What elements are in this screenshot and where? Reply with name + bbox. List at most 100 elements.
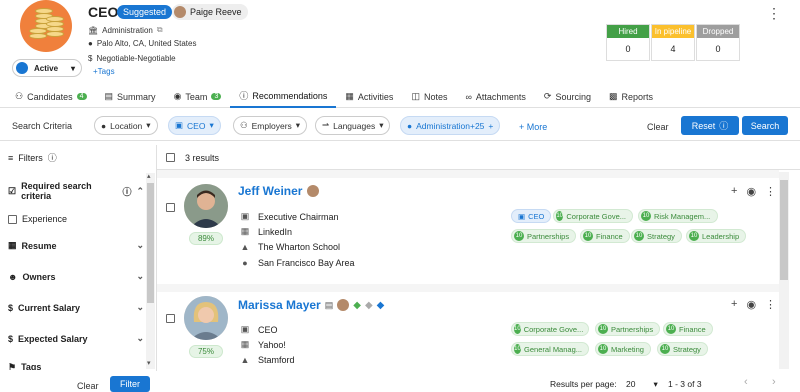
paperclip-icon: ∞ xyxy=(465,91,472,102)
tab-candidates[interactable]: ⚇ Candidates 4 xyxy=(6,86,96,108)
caret-down-icon: ▾ xyxy=(295,120,301,130)
skill-chip[interactable]: 10 General Manag... xyxy=(511,342,589,356)
stat-hired[interactable]: Hired 0 xyxy=(606,24,650,61)
tab-label: Team xyxy=(185,91,208,102)
add-icon[interactable]: + xyxy=(731,298,737,311)
clear-filters-button[interactable]: Clear xyxy=(77,381,99,391)
add-tags-link[interactable]: +Tags xyxy=(93,67,115,76)
clear-criteria-button[interactable]: Clear xyxy=(647,122,669,132)
skill-chip[interactable]: 10 Strategy xyxy=(631,229,682,243)
eye-icon[interactable]: ◉ xyxy=(746,185,756,198)
skill-chip[interactable]: 10 Corporate Gove... xyxy=(553,209,633,223)
tab-recommendations[interactable]: ⓘ Recommendations xyxy=(230,86,337,108)
info-icon: ⓘ xyxy=(47,153,57,163)
more-options-icon[interactable]: ⋮ xyxy=(767,5,781,22)
tab-attachments[interactable]: ∞ Attachments xyxy=(456,86,534,108)
skill-chip[interactable]: 10 Finance xyxy=(663,322,713,336)
caret-down-icon: ▾ xyxy=(209,120,214,130)
section-label: Owners xyxy=(22,271,56,282)
external-link-icon[interactable]: ⧉ xyxy=(157,25,163,35)
eye-icon[interactable]: ◉ xyxy=(746,298,756,311)
results-scroll-thumb[interactable] xyxy=(780,180,788,280)
candidate-checkbox[interactable] xyxy=(166,314,175,323)
caret-down-icon: ▾ xyxy=(379,120,384,130)
rows-per-page-select[interactable]: 20 ▾ xyxy=(626,379,658,390)
candidate-avatar[interactable] xyxy=(184,296,228,340)
briefcase-icon: ▣ xyxy=(240,324,250,334)
status-badge[interactable]: Suggested xyxy=(117,5,173,19)
match-score: 89% xyxy=(189,232,223,245)
experience-checkbox[interactable] xyxy=(8,214,17,224)
search-button[interactable]: Search xyxy=(742,116,788,135)
chevron-right-icon[interactable]: › xyxy=(772,376,776,388)
filters-scroll-thumb[interactable] xyxy=(147,183,154,303)
skill-chip[interactable]: ▣ CEO xyxy=(511,209,552,223)
skill-chip[interactable]: 10 Corporate Gove... xyxy=(511,322,589,336)
filter-section-expected-salary[interactable]: $ Expected Salary ⌄ xyxy=(8,333,144,344)
tab-reports[interactable]: ▩ Reports xyxy=(600,86,662,108)
tab-sourcing[interactable]: ⟳ Sourcing xyxy=(535,86,600,108)
languages-filter[interactable]: ⇀ Languages ▾ xyxy=(315,116,391,135)
skill-badge-icon: ● xyxy=(407,120,413,131)
owner-chip[interactable]: Paige Reeve xyxy=(172,4,248,20)
title-filter[interactable]: ▣ CEO ▾ xyxy=(168,116,221,135)
scroll-down-icon[interactable]: ▾ xyxy=(147,359,151,367)
results-count: 3 results xyxy=(185,153,220,163)
candidate-avatar[interactable] xyxy=(184,184,228,228)
candidate-title-line: ▣ CEO xyxy=(240,324,278,335)
tab-label: Attachments xyxy=(475,91,526,102)
skill-chip[interactable]: 10 Partnerships xyxy=(595,322,661,336)
candidate-title: Executive Chairman xyxy=(258,211,339,222)
tab-label: Candidates xyxy=(27,91,73,102)
select-all-checkbox[interactable] xyxy=(166,153,175,162)
tab-activities[interactable]: ▦ Activities xyxy=(336,86,402,108)
scroll-up-icon[interactable]: ▴ xyxy=(147,172,151,180)
stat-in-pipeline[interactable]: In pipeline 4 xyxy=(651,24,695,61)
chip-label: Corporate Gove... xyxy=(523,324,584,334)
chevron-left-icon[interactable]: ‹ xyxy=(744,376,748,388)
chip-label: Strategy xyxy=(647,231,675,241)
candidate-name[interactable]: Jeff Weiner xyxy=(238,184,302,198)
state-label: Active xyxy=(34,63,59,73)
skill-chip[interactable]: 10 Marketing xyxy=(595,342,651,356)
building-icon: ▦ xyxy=(240,226,250,236)
stat-dropped[interactable]: Dropped 0 xyxy=(696,24,740,61)
skill-chip[interactable]: 10 Partnerships xyxy=(511,229,577,243)
skill-chip[interactable]: 10 Risk Managem... xyxy=(638,209,718,223)
skill-chip[interactable]: 10 Finance xyxy=(580,229,630,243)
state-dropdown[interactable]: Active ▾ xyxy=(12,59,82,77)
add-icon[interactable]: + xyxy=(731,185,737,198)
document-icon: ▤ xyxy=(104,91,114,101)
skill-chip[interactable]: 10 Leadership xyxy=(686,229,747,243)
administration-filter[interactable]: ● Administration+25 + xyxy=(400,116,501,135)
card-separator xyxy=(157,170,779,178)
filter-section-resume[interactable]: ▦ Resume ⌄ xyxy=(8,240,144,251)
tab-summary[interactable]: ▤ Summary xyxy=(96,86,165,108)
candidate-name[interactable]: Marissa Mayer xyxy=(238,298,321,312)
candidate-name-row: Marissa Mayer ▤ ◆ ◆ ◆ xyxy=(238,298,384,312)
required-criteria-section[interactable]: ☑ Required search criteria ⓘ ⌃ xyxy=(8,181,144,201)
chevron-down-icon: ⌄ xyxy=(136,333,144,343)
chip-score: 10 xyxy=(660,344,670,354)
candidate-school-line: ▲ The Wharton School xyxy=(240,242,341,252)
chip-score: 10 xyxy=(634,231,644,241)
more-options-icon[interactable]: ⋮ xyxy=(765,185,776,198)
filter-section-owners[interactable]: ☻ Owners ⌄ xyxy=(8,271,144,282)
skill-chip[interactable]: 10 Strategy xyxy=(657,342,708,356)
chip-score: 10 xyxy=(556,211,564,221)
tab-count: 3 xyxy=(211,93,222,100)
filter-section-tags[interactable]: ⚑ Tags xyxy=(8,362,144,370)
stat-label: Dropped xyxy=(697,25,739,38)
location-filter[interactable]: ● Location ▾ xyxy=(94,116,158,135)
reset-button[interactable]: Reset ⓘ xyxy=(681,116,739,135)
filter-section-current-salary[interactable]: $ Current Salary ⌄ xyxy=(8,302,144,313)
employers-filter[interactable]: ⚇ Employers ▾ xyxy=(233,116,308,135)
more-options-icon[interactable]: ⋮ xyxy=(765,298,776,311)
tab-team[interactable]: ◉ Team 3 xyxy=(165,86,231,108)
experience-filter[interactable]: Experience xyxy=(8,214,144,224)
dollar-icon: $ xyxy=(8,302,14,313)
more-criteria-link[interactable]: + More xyxy=(519,122,547,132)
apply-filter-button[interactable]: Filter xyxy=(110,376,150,392)
candidate-checkbox[interactable] xyxy=(166,203,175,212)
tab-notes[interactable]: ◫ Notes xyxy=(402,86,456,108)
